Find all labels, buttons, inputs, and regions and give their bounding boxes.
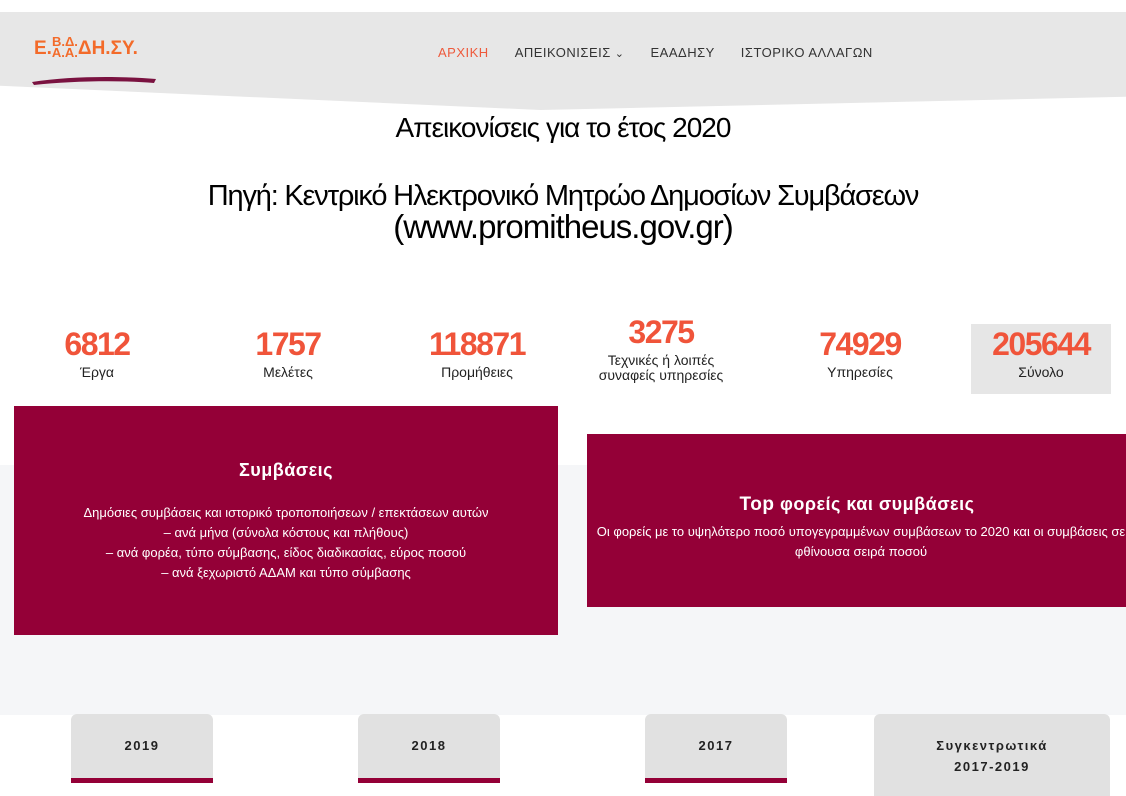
year-button-label: 2018 (411, 738, 447, 753)
stat-label: Τεχνικές ή λοιπές συναφείς υπηρεσίες (598, 352, 724, 383)
top-bodies-title-bold: Top (739, 494, 775, 515)
top-bodies-card[interactable]: Top φορείς και συμβάσεις Οι φορείς με το… (587, 434, 1126, 607)
top-bodies-card-description: Οι φορείς με το υψηλότερο ποσό υπογεγραμ… (596, 524, 1126, 559)
nav-item-history[interactable]: ΙΣΤΟΡΙΚΟ ΑΛΛΑΓΩΝ (741, 45, 873, 60)
nav-item-visualizations-label: ΑΠΕΙΚΟΝΙΣΕΙΣ (514, 45, 611, 60)
stat-services: 74929 Υπηρεσίες (780, 326, 940, 380)
stat-value: 118871 (428, 326, 527, 362)
stat-value: 205644 (992, 326, 1091, 362)
contracts-card-line: – ανά φορέα, τύπο σύμβασης, είδος διαδικ… (105, 545, 467, 560)
stat-value: 3275 (628, 314, 695, 350)
stat-studies: 1757 Μελέτες (208, 326, 368, 380)
site-logo[interactable]: Ε.Β.Δ.Α.Α.ΔΗ.ΣΥ. (30, 30, 160, 90)
top-strip (0, 0, 1126, 12)
stat-value: 1757 (255, 326, 322, 362)
logo-swoosh-icon (32, 77, 156, 85)
stat-label: Μελέτες (263, 364, 313, 380)
stat-supplies: 118871 Προμήθειες (397, 326, 557, 380)
top-bodies-card-title: Top φορείς και συμβάσεις (587, 494, 1126, 516)
summary-button-years: 2017-2019 (954, 759, 1030, 774)
top-bodies-title-rest: φορείς και συμβάσεις (774, 494, 975, 514)
year-2019-button[interactable]: 2019 (71, 714, 213, 783)
year-2017-button[interactable]: 2017 (645, 714, 787, 783)
stat-technical-services: 3275 Τεχνικές ή λοιπές συναφείς υπηρεσίε… (586, 314, 736, 383)
nav-item-home[interactable]: ΑΡΧΙΚΗ (438, 45, 489, 60)
page-title: Απεικονίσεις για το έτος 2020 (395, 112, 732, 143)
contracts-card[interactable]: Συμβάσεις Δημόσιες συμβάσεις και ιστορικ… (14, 406, 558, 635)
nav-item-visualizations[interactable]: ΑΠΕΙΚΟΝΙΣΕΙΣ ⌄ (515, 45, 625, 60)
stat-label: Έργα (79, 364, 115, 380)
stat-total: 205644 Σύνολο (971, 324, 1111, 394)
chevron-down-icon: ⌄ (614, 48, 625, 60)
source-url: (www.promitheus.gov.gr) (393, 208, 734, 245)
contracts-card-title: Συμβάσεις (238, 460, 334, 480)
contracts-card-line: Δημόσιες συμβάσεις και ιστορικό τροποποι… (83, 505, 489, 520)
summary-button-label: Συγκεντρωτικά (936, 738, 1048, 753)
year-button-label: 2017 (698, 738, 734, 753)
nav-item-eaadhsy[interactable]: ΕΑΑΔΗΣΥ (651, 45, 715, 60)
summary-2017-2019-button[interactable]: Συγκεντρωτικά 2017-2019 (874, 714, 1110, 796)
stat-value: 6812 (64, 326, 131, 362)
contracts-card-line: – ανά ξεχωριστό ΑΔΑΜ και τύπο σύμβασης (161, 565, 411, 580)
stat-label: Προμήθειες (441, 364, 513, 380)
main-navigation: ΑΡΧΙΚΗ ΑΠΕΙΚΟΝΙΣΕΙΣ ⌄ ΕΑΑΔΗΣΥ ΙΣΤΟΡΙΚΟ ΑΛ… (438, 45, 899, 60)
year-button-label: 2019 (124, 738, 160, 753)
logo-text: Ε.Β.Δ.Α.Α.ΔΗ.ΣΥ. (34, 34, 138, 60)
stat-works: 6812 Έργα (17, 326, 177, 380)
contracts-card-line: – ανά μήνα (σύνολα κόστους και πλήθους) (163, 525, 409, 540)
year-2018-button[interactable]: 2018 (358, 714, 500, 783)
stat-label: Σύνολο (1018, 364, 1064, 380)
stat-label: Υπηρεσίες (827, 364, 893, 380)
contracts-card-description: Δημόσιες συμβάσεις και ιστορικό τροποποι… (14, 503, 558, 583)
stat-value: 74929 (819, 326, 902, 362)
